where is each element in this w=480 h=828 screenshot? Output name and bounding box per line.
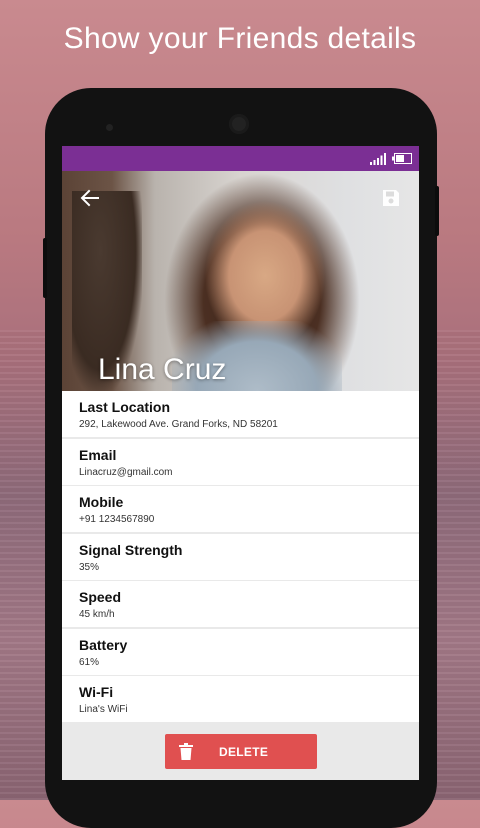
detail-value: 45 km/h xyxy=(79,609,115,620)
detail-label: Last Location xyxy=(79,399,171,415)
app-screen: Lina Cruz Last Location 292, Lakewood Av… xyxy=(62,146,419,780)
detail-row-signal-strength: Signal Strength 35% xyxy=(62,533,419,580)
detail-label: Email xyxy=(79,446,117,463)
battery-icon xyxy=(392,153,412,164)
detail-row-speed: Speed 45 km/h xyxy=(62,581,419,627)
detail-value: 61% xyxy=(79,656,100,668)
contact-photo: Lina Cruz xyxy=(62,171,419,391)
detail-row-battery: Battery 61% xyxy=(62,628,419,675)
bottom-bar: DELETE xyxy=(62,722,419,780)
status-bar xyxy=(62,146,419,171)
detail-row-last-location: Last Location 292, Lakewood Ave. Grand F… xyxy=(62,391,419,437)
promo-headline: Show your Friends details xyxy=(63,22,417,55)
delete-button[interactable]: DELETE xyxy=(165,734,317,769)
detail-value: +91 1234567890 xyxy=(79,514,155,525)
delete-button-label: DELETE xyxy=(219,745,269,759)
detail-label: Speed xyxy=(79,589,122,605)
arrow-left-icon[interactable] xyxy=(80,188,100,208)
detail-value: 35% xyxy=(79,561,100,573)
proximity-sensor xyxy=(106,124,113,131)
detail-label: Battery xyxy=(79,636,128,653)
detail-value: Lina's WiFi xyxy=(79,704,128,715)
save-icon[interactable] xyxy=(381,188,401,208)
trash-icon xyxy=(179,743,193,760)
phone-power-button xyxy=(435,186,439,236)
detail-row-email: Email Linacruz@gmail.com xyxy=(62,438,419,485)
detail-label: Signal Strength xyxy=(79,541,183,558)
detail-row-mobile: Mobile +91 1234567890 xyxy=(62,486,419,532)
detail-row-wifi: Wi-Fi Lina's WiFi xyxy=(62,676,419,722)
detail-label: Wi-Fi xyxy=(79,684,114,700)
contact-name: Lina Cruz xyxy=(98,353,227,386)
detail-value: Linacruz@gmail.com xyxy=(79,466,173,478)
front-camera xyxy=(229,114,249,134)
detail-label: Mobile xyxy=(79,494,124,510)
detail-value: 292, Lakewood Ave. Grand Forks, ND 58201 xyxy=(79,419,278,430)
signal-icon xyxy=(370,153,386,165)
phone-volume-button xyxy=(43,238,47,298)
